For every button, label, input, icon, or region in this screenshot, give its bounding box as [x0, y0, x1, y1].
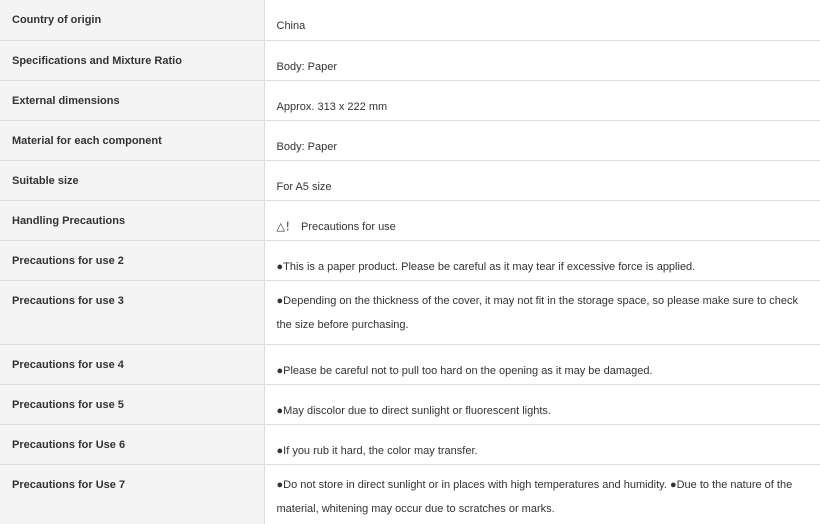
row-value: For A5 size [264, 160, 820, 201]
row-label: Precautions for use 5 [0, 384, 265, 425]
table-row: Handling Precautions △！ Precautions for … [0, 200, 820, 241]
row-label: Precautions for Use 7 [0, 464, 265, 524]
table-row: Precautions for use 5 ●May discolor due … [0, 384, 820, 425]
row-label: Material for each component [0, 120, 265, 161]
table-row: Country of origin China [0, 0, 820, 41]
row-value: ●If you rub it hard, the color may trans… [264, 424, 820, 465]
table-row: Precautions for use 2 ●This is a paper p… [0, 240, 820, 281]
row-label: Precautions for use 4 [0, 344, 265, 385]
row-label: Precautions for Use 6 [0, 424, 265, 465]
table-row: Specifications and Mixture Ratio Body: P… [0, 40, 820, 81]
row-label: Precautions for use 3 [0, 280, 265, 345]
row-label: Country of origin [0, 0, 265, 41]
row-value: ●Please be careful not to pull too hard … [264, 344, 820, 385]
table-row: Precautions for Use 6 ●If you rub it har… [0, 424, 820, 465]
row-value: Body: Paper [264, 40, 820, 81]
warning-triangle-icon: △！ [276, 220, 296, 233]
row-value: ●Do not store in direct sunlight or in p… [276, 478, 793, 515]
row-value: Approx. 313 x 222 mm [264, 80, 820, 121]
table-row: Material for each component Body: Paper [0, 120, 820, 161]
row-value: China [264, 0, 820, 41]
table-row: Precautions for use 4 ●Please be careful… [0, 344, 820, 385]
row-value: Body: Paper [264, 120, 820, 161]
table-row: Suitable size For A5 size [0, 160, 820, 201]
row-label: Suitable size [0, 160, 265, 201]
row-label: External dimensions [0, 80, 265, 121]
table-row: Precautions for use 3 ●Depending on the … [0, 280, 820, 345]
table-row: External dimensions Approx. 313 x 222 mm [0, 80, 820, 121]
product-spec-table: Country of origin China Specifications a… [0, 0, 820, 524]
precaution-text: Precautions for use [301, 220, 396, 233]
row-label: Handling Precautions [0, 200, 265, 241]
table-row: Precautions for Use 7 ●Do not store in d… [0, 464, 820, 524]
row-value: ●Depending on the thickness of the cover… [264, 280, 820, 345]
row-label: Specifications and Mixture Ratio [0, 40, 265, 81]
row-label: Precautions for use 2 [0, 240, 265, 281]
row-value: ●This is a paper product. Please be care… [264, 240, 820, 281]
row-value: ●May discolor due to direct sunlight or … [264, 384, 820, 425]
row-value: △！ Precautions for use [264, 200, 820, 241]
